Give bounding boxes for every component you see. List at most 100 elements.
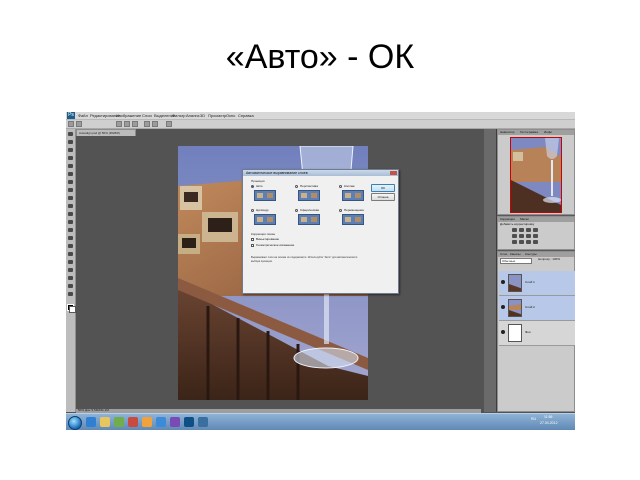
menu-window[interactable]: Окно bbox=[226, 113, 235, 118]
zoom-tool-icon[interactable] bbox=[68, 292, 73, 296]
taskbar: RU 11:56 27.04.2012 bbox=[66, 413, 575, 430]
eraser-tool-icon[interactable] bbox=[68, 212, 73, 216]
black-white-icon[interactable] bbox=[533, 234, 538, 238]
ie-icon[interactable] bbox=[86, 417, 96, 427]
shape-tool-icon[interactable] bbox=[68, 268, 73, 272]
align-middle-icon[interactable] bbox=[124, 121, 130, 127]
eyedropper-tool-icon[interactable] bbox=[68, 172, 73, 176]
move-tool-icon[interactable] bbox=[68, 121, 74, 127]
tray-date[interactable]: 27.04.2012 bbox=[540, 421, 558, 426]
path-select-icon[interactable] bbox=[68, 260, 73, 264]
crop-tool-icon[interactable] bbox=[68, 164, 73, 168]
radio-collage[interactable] bbox=[339, 185, 342, 188]
blur-tool-icon[interactable] bbox=[68, 228, 73, 232]
quick-select-tool-icon[interactable] bbox=[68, 156, 73, 160]
eye-icon[interactable] bbox=[501, 305, 505, 309]
type-tool-icon[interactable] bbox=[68, 252, 73, 256]
eye-icon[interactable] bbox=[501, 280, 505, 284]
blend-mode-select[interactable]: Обычные bbox=[500, 258, 532, 264]
projection-spherical[interactable]: Сферическая bbox=[295, 208, 331, 227]
posterize-icon[interactable] bbox=[533, 240, 538, 244]
distribute-icon[interactable] bbox=[144, 121, 150, 127]
marquee-tool-icon[interactable] bbox=[68, 140, 73, 144]
app-icon[interactable] bbox=[156, 417, 166, 427]
opacity-field[interactable]: Непрозр.: 100% bbox=[538, 257, 560, 262]
explorer-icon[interactable] bbox=[100, 417, 110, 427]
invert-icon[interactable] bbox=[526, 240, 531, 244]
brush-tool-icon[interactable] bbox=[68, 188, 73, 192]
radio-auto[interactable] bbox=[251, 185, 254, 188]
vignette-checkbox[interactable] bbox=[251, 238, 254, 241]
navigator-preview[interactable] bbox=[510, 137, 562, 213]
radio-reposition[interactable] bbox=[339, 209, 342, 212]
hand-tool-icon[interactable] bbox=[68, 284, 73, 288]
projection-reposition[interactable]: Перемещение bbox=[339, 208, 375, 227]
app-icon[interactable] bbox=[170, 417, 180, 427]
projection-collage[interactable]: Коллаж bbox=[339, 184, 375, 203]
tab-paths[interactable]: Контуры bbox=[525, 252, 537, 257]
photoshop-taskbar-icon[interactable] bbox=[184, 417, 194, 427]
menu-view[interactable]: Просмотр bbox=[208, 113, 226, 118]
tray-time[interactable]: 11:56 bbox=[544, 415, 553, 420]
curves-icon[interactable] bbox=[526, 228, 531, 232]
background-color-swatch[interactable] bbox=[69, 306, 76, 313]
layer-row[interactable]: Слой 2 bbox=[499, 296, 575, 321]
app-icon[interactable] bbox=[198, 417, 208, 427]
firefox-icon[interactable] bbox=[142, 417, 152, 427]
layer-row[interactable]: Фон bbox=[499, 321, 575, 346]
menu-help[interactable]: Справка bbox=[238, 113, 254, 118]
auto-select-checkbox[interactable] bbox=[76, 121, 82, 127]
eye-icon[interactable] bbox=[501, 330, 505, 334]
levels-icon[interactable] bbox=[519, 228, 524, 232]
color-balance-icon[interactable] bbox=[526, 234, 531, 238]
tab-channels[interactable]: Каналы bbox=[510, 252, 521, 257]
gradient-tool-icon[interactable] bbox=[68, 220, 73, 224]
tab-histogram[interactable]: Гистограмма bbox=[520, 130, 538, 135]
status-text: 50% Док: 5,54M/11,1M bbox=[78, 408, 109, 412]
clone-tool-icon[interactable] bbox=[68, 196, 73, 200]
tray-language[interactable]: RU bbox=[531, 417, 536, 422]
menu-filter[interactable]: Фильтр bbox=[172, 113, 185, 118]
exposure-icon[interactable] bbox=[533, 228, 538, 232]
cancel-button[interactable]: Отмена bbox=[371, 193, 395, 201]
start-button[interactable] bbox=[68, 416, 82, 430]
pen-tool-icon[interactable] bbox=[68, 244, 73, 248]
distortion-checkbox[interactable] bbox=[251, 244, 254, 247]
distortion-label: Геометрическое искажение bbox=[256, 243, 295, 247]
auto-align-icon[interactable] bbox=[166, 121, 172, 127]
projection-cylindrical[interactable]: Цилиндр bbox=[251, 208, 287, 227]
lasso-tool-icon[interactable] bbox=[68, 148, 73, 152]
move-tool-icon[interactable] bbox=[68, 132, 73, 136]
layer-row[interactable]: Слой 1 bbox=[499, 271, 575, 296]
hue-saturation-icon[interactable] bbox=[519, 234, 524, 238]
align-bottom-icon[interactable] bbox=[132, 121, 138, 127]
channel-mixer-icon[interactable] bbox=[519, 240, 524, 244]
ok-button[interactable]: OK bbox=[371, 184, 395, 192]
radio-cylindrical[interactable] bbox=[251, 209, 254, 212]
tab-layers[interactable]: Слои bbox=[500, 252, 507, 257]
projection-perspective[interactable]: Перспектива bbox=[295, 184, 331, 203]
distribute-center-icon[interactable] bbox=[152, 121, 158, 127]
tab-info[interactable]: Инфо bbox=[544, 130, 552, 135]
radio-perspective[interactable] bbox=[295, 185, 298, 188]
photo-filter-icon[interactable] bbox=[512, 240, 517, 244]
app-icon[interactable] bbox=[128, 417, 138, 427]
menu-layers[interactable]: Слои bbox=[142, 113, 152, 118]
menu-file[interactable]: Файл bbox=[78, 113, 88, 118]
media-player-icon[interactable] bbox=[114, 417, 124, 427]
history-brush-icon[interactable] bbox=[68, 204, 73, 208]
menu-3d[interactable]: 3D bbox=[200, 113, 205, 118]
tab-navigator[interactable]: Навигатор bbox=[500, 130, 514, 135]
radio-spherical[interactable] bbox=[295, 209, 298, 212]
menu-image[interactable]: Изображение bbox=[116, 113, 141, 118]
3d-tool-icon[interactable] bbox=[68, 276, 73, 280]
dodge-tool-icon[interactable] bbox=[68, 236, 73, 240]
document-tab[interactable]: Autoalign.psd @ 50% (RGB/8) bbox=[76, 129, 136, 136]
brightness-icon[interactable] bbox=[512, 228, 517, 232]
menu-analysis[interactable]: Анализ bbox=[186, 113, 200, 118]
projection-auto[interactable]: Авто bbox=[251, 184, 287, 203]
healing-tool-icon[interactable] bbox=[68, 180, 73, 184]
align-top-icon[interactable] bbox=[116, 121, 122, 127]
vibrance-icon[interactable] bbox=[512, 234, 517, 238]
close-icon[interactable] bbox=[390, 171, 397, 175]
